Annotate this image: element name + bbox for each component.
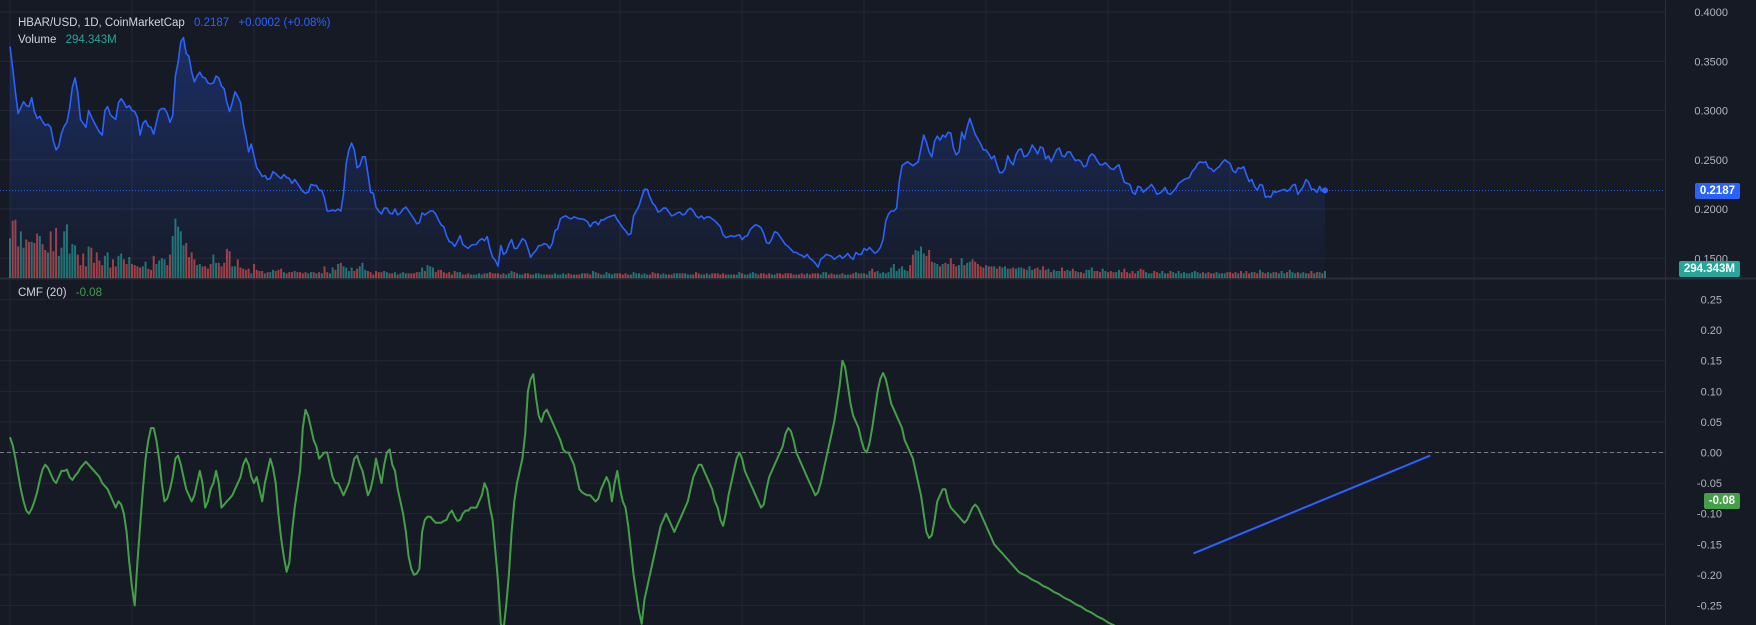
cmf-tick-label: -0.10 <box>1697 509 1722 521</box>
price-tick-label: 0.2000 <box>1694 204 1728 216</box>
volume-label: Volume <box>18 34 57 46</box>
cmf-series <box>0 359 1665 625</box>
cmf-label: CMF (20) <box>18 287 67 299</box>
cmf-tick-label: 0.10 <box>1701 386 1722 398</box>
price-tick-label: 0.2500 <box>1694 155 1728 167</box>
cmf-tick-label: -0.25 <box>1697 600 1722 612</box>
last-price-marker <box>1322 187 1328 194</box>
price-tick-label: 0.3000 <box>1694 106 1728 118</box>
cmf-tick-label: 0.00 <box>1701 448 1722 460</box>
chart-canvas[interactable]: 0.40000.35000.30000.25000.20000.15000.25… <box>0 0 1756 625</box>
price-tick-label: 0.3500 <box>1694 56 1728 68</box>
cmf-tick-label: -0.15 <box>1697 539 1722 551</box>
cmf-badge: -0.08 <box>1703 493 1740 510</box>
price-badge: 0.2187 <box>1694 182 1740 199</box>
grid-lines <box>0 0 1756 625</box>
volume-value: 294.343M <box>65 34 117 46</box>
cmf-tick-label: 0.15 <box>1701 356 1722 368</box>
cmf-line <box>9 359 1116 625</box>
cmf-value: -0.08 <box>75 287 102 299</box>
cmf-tick-label: 0.05 <box>1701 417 1722 429</box>
price-area <box>10 37 1325 278</box>
symbol-label: HBAR/USD, 1D, CoinMarketCap <box>18 17 185 29</box>
cmf-legend: CMF (20) -0.08 <box>18 285 108 301</box>
price-tick-label: 0.4000 <box>1694 7 1728 19</box>
cmf-tick-label: 0.25 <box>1701 295 1722 307</box>
volume-legend: Volume 294.343M <box>18 32 123 48</box>
price-value: 0.2187 <box>194 17 230 29</box>
price-series <box>0 36 1665 278</box>
volume-badge: 294.343M <box>1678 261 1740 277</box>
main-legend: HBAR/USD, 1D, CoinMarketCap 0.2187 +0.00… <box>18 15 336 31</box>
price-axis[interactable]: 0.40000.35000.30000.25000.20000.15000.25… <box>1694 7 1728 612</box>
cmf-tick-label: -0.20 <box>1697 570 1722 582</box>
cmf-tick-label: -0.05 <box>1697 478 1722 490</box>
price-change: +0.0002 (+0.08%) <box>238 17 331 29</box>
cmf-tick-label: 0.20 <box>1701 325 1722 337</box>
cmf-trendline <box>1193 454 1431 555</box>
